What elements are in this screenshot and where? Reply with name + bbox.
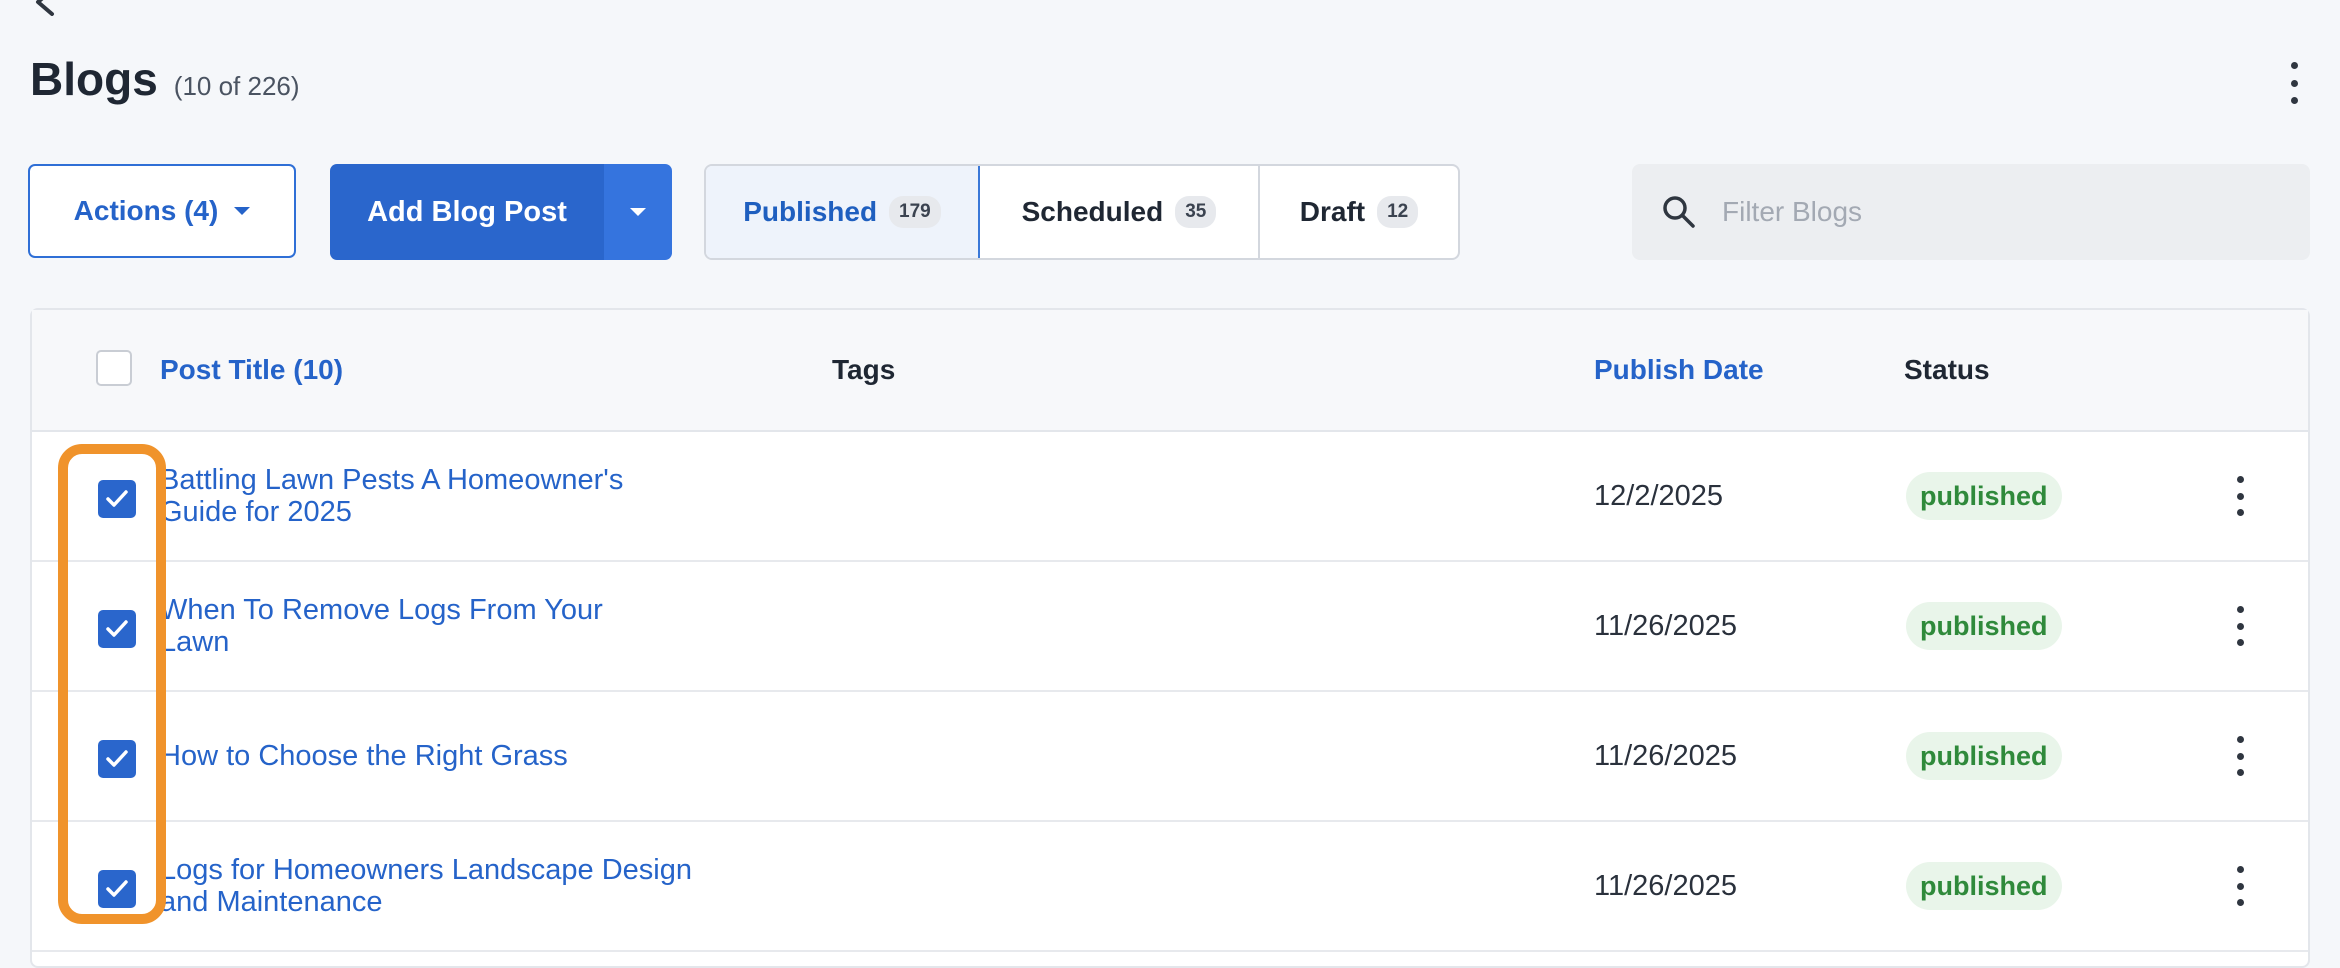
publish-date: 12/2/2025 [1594,480,1724,512]
publish-date: 11/26/2025 [1594,740,1737,772]
post-title-link[interactable]: Battling Lawn Pests A Homeowner's Guide … [160,464,760,528]
post-title-link[interactable]: Logs for Homeowners Landscape Design and… [160,854,760,918]
post-title-line: Guide for 2025 [160,496,352,528]
status-badge: published [1906,862,2062,910]
tab-published-count: 179 [889,196,941,228]
search-icon [1663,196,1695,228]
table-row: Battling Lawn Pests A Homeowner's Guide … [32,432,2308,562]
status-badge: published [1906,732,2062,780]
blogs-table: Post Title (10) Tags Publish Date Status… [30,308,2310,968]
page-header: Blogs (10 of 226) [30,52,300,122]
chevron-down-icon [630,208,646,216]
checkmark-icon [106,490,128,507]
post-title-line: When To Remove Logs From Your [160,594,603,626]
status-badge: published [1906,602,2062,650]
row-menu-icon[interactable] [2232,476,2248,516]
actions-button[interactable]: Actions (4) [28,164,296,258]
add-blog-post-button[interactable]: Add Blog Post [330,164,604,260]
tab-draft-label: Draft [1299,196,1366,227]
tab-draft-count: 12 [1377,196,1419,228]
add-blog-post-dropdown-button[interactable] [604,164,672,260]
row-checkbox-checked[interactable] [98,480,136,518]
publish-date: 11/26/2025 [1594,870,1737,902]
post-title-line: Logs for Homeowners Landscape Design [160,854,692,886]
row-menu-icon[interactable] [2232,606,2248,646]
row-menu-icon[interactable] [2232,866,2248,906]
row-menu-icon[interactable] [2232,736,2248,776]
table-row: Logs for Homeowners Landscape Design and… [32,822,2308,952]
post-title-line: How to Choose the Right Grass [160,740,568,772]
table-row: When To Remove Logs From Your Lawn 11/26… [32,562,2308,692]
checkmark-icon [106,620,128,637]
post-title-line: Lawn [160,626,230,658]
actions-button-label: Actions (4) [73,195,219,226]
row-checkbox-checked[interactable] [98,610,136,648]
checkmark-icon [106,880,128,897]
page-menu-icon[interactable] [2282,62,2306,104]
column-status: Status [1904,354,1990,385]
tab-scheduled[interactable]: Scheduled 35 [980,166,1260,258]
column-tags: Tags [832,354,896,385]
add-blog-post-label: Add Blog Post [367,195,567,228]
page-count: (10 of 226) [173,71,300,101]
table-header: Post Title (10) Tags Publish Date Status [32,310,2308,432]
column-post-title[interactable]: Post Title (10) [160,354,343,386]
post-title-link[interactable]: When To Remove Logs From Your Lawn [160,594,760,658]
tab-published[interactable]: Published 179 [706,166,980,258]
tab-published-label: Published [743,196,878,227]
table-row: How to Choose the Right Grass 11/26/2025… [32,692,2308,822]
status-filter-tabs: Published 179 Scheduled 35 Draft 12 [704,164,1460,260]
post-title-line: Battling Lawn Pests A Homeowner's [160,464,624,496]
chevron-down-icon [234,207,251,215]
tab-scheduled-count: 35 [1175,196,1217,228]
back-arrow-icon[interactable] [30,0,70,16]
row-checkbox-checked[interactable] [98,870,136,908]
tab-draft[interactable]: Draft 12 [1260,166,1458,258]
select-all-checkbox[interactable] [96,350,132,386]
checkmark-icon [106,750,128,767]
post-title-line: and Maintenance [160,886,383,918]
publish-date: 11/26/2025 [1594,610,1737,642]
status-badge: published [1906,472,2062,520]
tab-scheduled-label: Scheduled [1021,196,1164,227]
post-title-link[interactable]: How to Choose the Right Grass [160,740,760,772]
search-box [1632,164,2310,260]
row-checkbox-checked[interactable] [98,740,136,778]
page-title: Blogs [30,53,158,105]
column-publish-date[interactable]: Publish Date [1594,354,1764,386]
search-input[interactable] [1720,195,2284,229]
